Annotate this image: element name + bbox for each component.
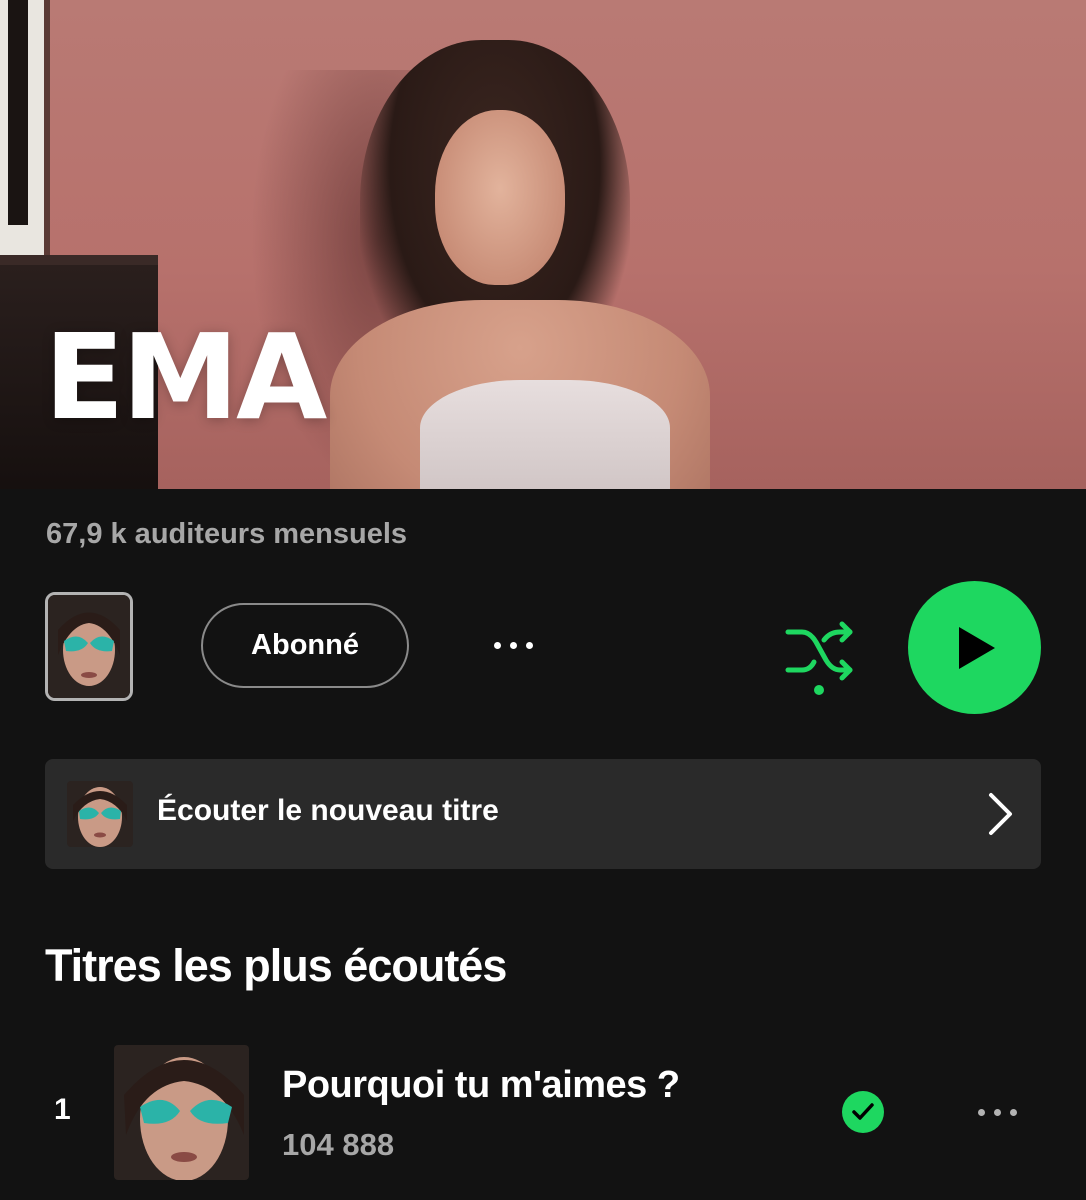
track-cover <box>114 1045 249 1180</box>
track-play-count: 104 888 <box>282 1127 395 1162</box>
hero-window-decoration <box>0 0 50 255</box>
more-dot <box>509 641 517 649</box>
play-button[interactable] <box>908 581 1041 714</box>
monthly-listeners: 67,9 k auditeurs mensuels <box>46 518 408 550</box>
more-horizontal-icon <box>977 1108 985 1116</box>
more-dot <box>525 641 533 649</box>
artist-name: EMA <box>44 308 327 446</box>
track-rank: 1 <box>54 1093 71 1126</box>
more-dot <box>1009 1108 1017 1116</box>
track-cover-image <box>114 1045 249 1180</box>
track-row[interactable]: 1 Pourquoi tu m'aimes ? 104 888 <box>0 1040 1086 1190</box>
play-icon <box>958 626 995 669</box>
artist-hero-image: EMA <box>0 0 1086 489</box>
new-release-cover <box>67 781 133 847</box>
new-release-cover-image <box>67 781 133 847</box>
artist-actions-bar: Abonné <box>0 580 1086 715</box>
more-horizontal-icon <box>493 641 501 649</box>
more-options-button[interactable] <box>478 625 548 665</box>
track-title: Pourquoi tu m'aimes ? <box>282 1064 680 1106</box>
artist-photo <box>320 40 740 489</box>
top-tracks-heading: Titres les plus écoutés <box>45 940 507 991</box>
new-release-label: Écouter le nouveau titre <box>157 794 499 827</box>
follow-button[interactable]: Abonné <box>201 603 409 688</box>
shuffle-button[interactable] <box>782 616 858 698</box>
shuffle-icon <box>785 621 853 695</box>
artist-preview-thumbnail[interactable] <box>45 592 133 701</box>
new-release-card[interactable]: Écouter le nouveau titre <box>45 759 1041 869</box>
artist-portrait-image <box>48 595 130 698</box>
saved-check-icon[interactable] <box>842 1091 884 1133</box>
more-dot <box>993 1108 1001 1116</box>
track-more-options-button[interactable] <box>966 1092 1028 1132</box>
chevron-right-icon <box>985 791 1015 842</box>
